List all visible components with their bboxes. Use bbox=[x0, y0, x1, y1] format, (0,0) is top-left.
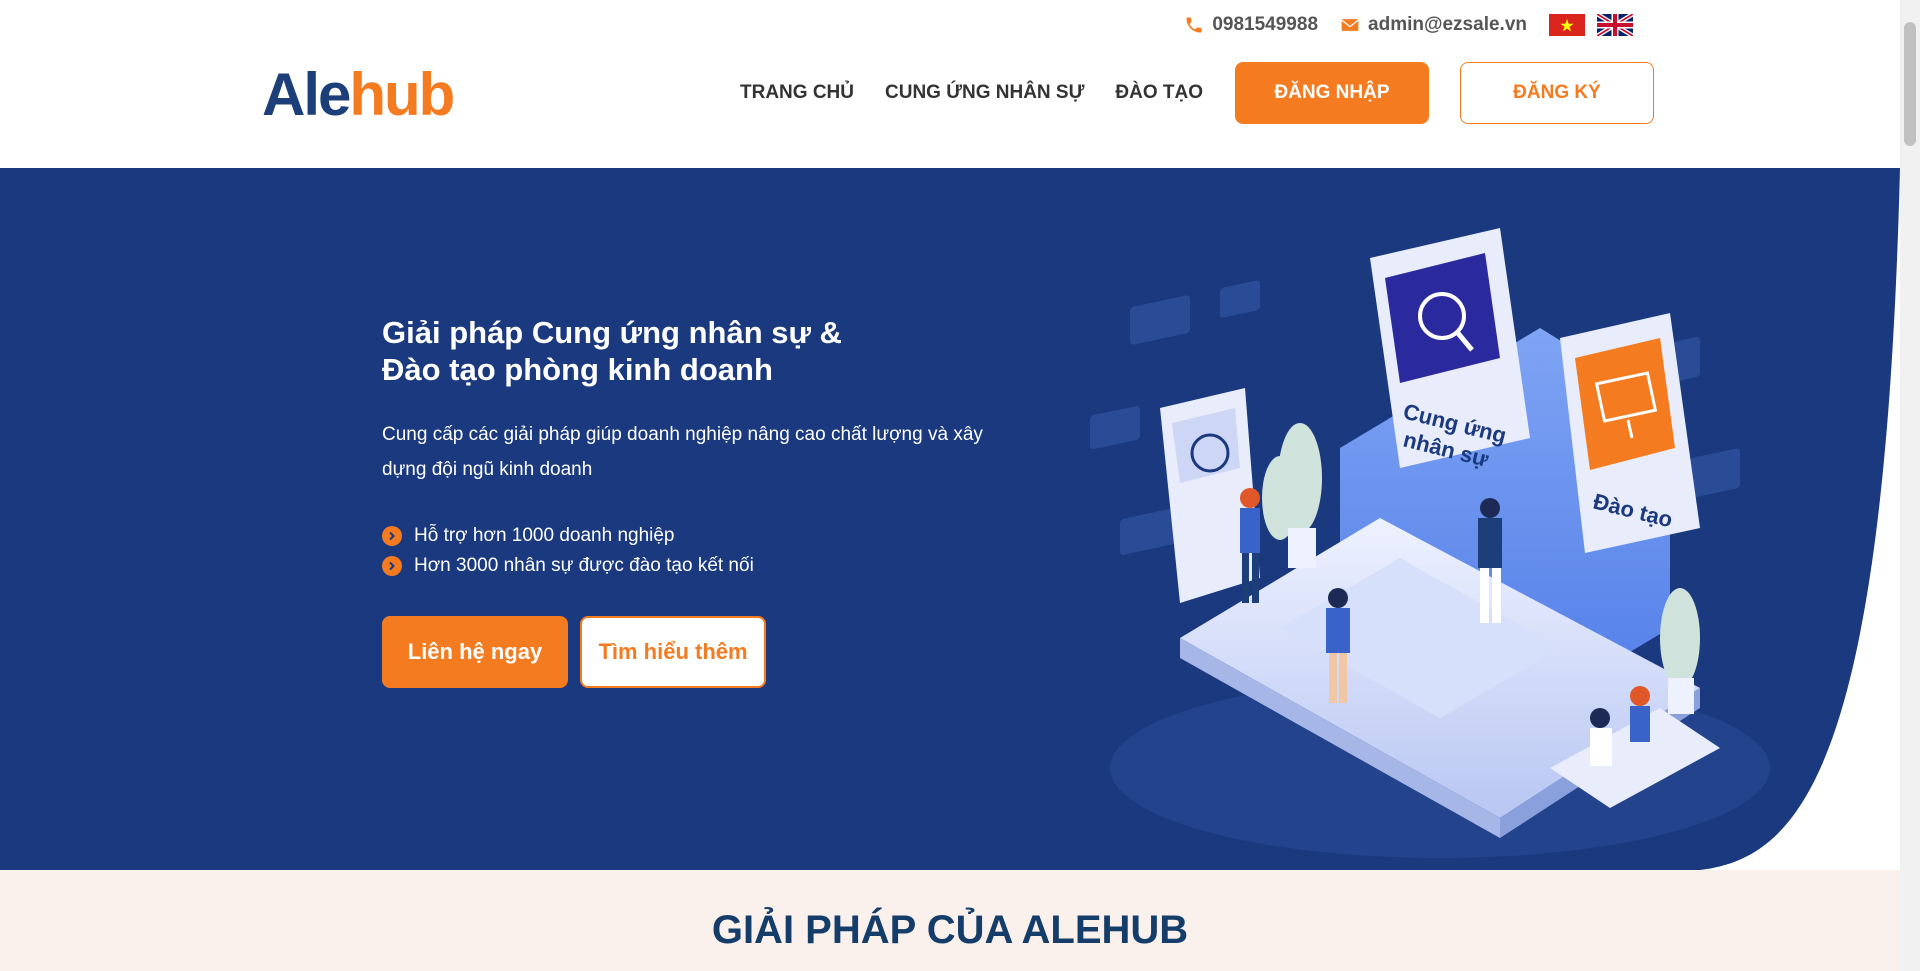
hero-title-line-1: Giải pháp Cung ứng nhân sự & bbox=[382, 315, 842, 350]
hero-buttons: Liên hệ ngay Tìm hiểu thêm bbox=[382, 616, 766, 688]
alehub-logo[interactable]: Ale hub bbox=[262, 61, 462, 128]
envelope-icon bbox=[1341, 19, 1359, 31]
list-item: Hỗ trợ hơn 1000 doanh nghiệp bbox=[382, 521, 754, 551]
hero-section: Giải pháp Cung ứng nhân sự & Đào tạo phò… bbox=[0, 168, 1900, 870]
vietnam-flag-icon[interactable] bbox=[1549, 14, 1585, 36]
chevron-right-icon bbox=[382, 556, 402, 576]
nav-item-home[interactable]: TRANG CHỦ bbox=[740, 82, 854, 104]
language-switcher bbox=[1549, 14, 1633, 36]
phone-contact[interactable]: 0981549988 bbox=[1184, 14, 1318, 36]
logo-ale: Ale bbox=[262, 61, 351, 128]
page-scrollbar[interactable] bbox=[1900, 0, 1920, 971]
contact-now-button[interactable]: Liên hệ ngay bbox=[382, 616, 568, 688]
email-address: admin@ezsale.vn bbox=[1368, 14, 1527, 35]
register-button[interactable]: ĐĂNG KÝ bbox=[1459, 62, 1654, 124]
hero-description: Cung cấp các giải pháp giúp doanh nghiệp… bbox=[382, 424, 983, 480]
uk-flag-icon[interactable] bbox=[1597, 14, 1633, 36]
nav-item-staffing[interactable]: CUNG ỨNG NHÂN SỰ bbox=[885, 82, 1084, 104]
logo-wordmark: Ale hub bbox=[262, 61, 462, 128]
main-nav: TRANG CHỦ CUNG ỨNG NHÂN SỰ ĐÀO TẠO ĐĂNG … bbox=[740, 62, 1654, 124]
hero-title: Giải pháp Cung ứng nhân sự & Đào tạo phò… bbox=[382, 314, 982, 388]
scrollbar-thumb[interactable] bbox=[1904, 22, 1916, 146]
hero-title-line-2: Đào tạo phòng kinh doanh bbox=[382, 352, 773, 387]
chevron-right-icon bbox=[382, 526, 402, 546]
logo-hub: hub bbox=[349, 61, 455, 128]
list-item: Hơn 3000 nhân sự được đào tạo kết nối bbox=[382, 551, 754, 581]
solutions-section: GIẢI PHÁP CỦA ALEHUB bbox=[0, 870, 1900, 971]
bullet-text: Hỗ trợ hơn 1000 doanh nghiệp bbox=[414, 525, 675, 546]
phone-number: 0981549988 bbox=[1212, 14, 1319, 35]
section-title: GIẢI PHÁP CỦA ALEHUB bbox=[711, 908, 1189, 952]
bullet-text: Hơn 3000 nhân sự được đào tạo kết nối bbox=[414, 555, 754, 576]
phone-icon bbox=[1186, 17, 1202, 33]
learn-more-button[interactable]: Tìm hiểu thêm bbox=[580, 616, 766, 688]
hero-illustration: Cung ứng nhân sự Đào tạo bbox=[1090, 228, 1770, 858]
top-bar: 0981549988 admin@ezsale.vn bbox=[1184, 12, 1633, 38]
login-button[interactable]: ĐĂNG NHẬP bbox=[1234, 62, 1429, 124]
nav-item-training[interactable]: ĐÀO TẠO bbox=[1115, 82, 1203, 104]
hero-bullets: Hỗ trợ hơn 1000 doanh nghiệp Hơn 3000 nh… bbox=[382, 521, 754, 581]
email-contact[interactable]: admin@ezsale.vn bbox=[1340, 14, 1527, 36]
